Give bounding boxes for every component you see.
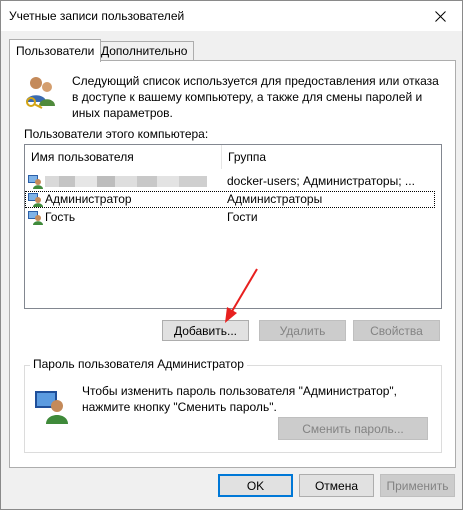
users-tab-panel: Следующий список используется для предос…: [9, 60, 456, 468]
password-groupbox-title: Пароль пользователя Администратор: [30, 357, 247, 371]
users-listview[interactable]: Имя пользователя Группа docker-users; Ад…: [24, 144, 442, 309]
add-user-button[interactable]: Добавить...: [162, 320, 249, 341]
user-icon: [28, 175, 43, 189]
redacted-username: [45, 176, 207, 187]
properties-button[interactable]: Свойства: [353, 320, 440, 341]
user-row[interactable]: Администратор Администраторы: [25, 191, 435, 208]
close-button[interactable]: [418, 1, 462, 31]
user-name-hidden: [45, 173, 221, 192]
tab-advanced-label: Дополнительно: [101, 44, 188, 58]
user-row[interactable]: Гость Гости: [25, 209, 435, 226]
close-icon: [434, 10, 446, 22]
user-accounts-dialog: Учетные записи пользователей Пользовател…: [0, 0, 463, 510]
tab-users-label: Пользователи: [16, 44, 95, 58]
reset-password-button[interactable]: Сменить пароль...: [278, 417, 428, 440]
apply-button[interactable]: Применить: [380, 474, 455, 497]
user-password-icon: [35, 391, 68, 424]
user-row[interactable]: docker-users; Администраторы; ...: [25, 173, 435, 190]
cancel-button[interactable]: Отмена: [299, 474, 374, 497]
window-title: Учетные записи пользователей: [9, 9, 185, 23]
password-instructions: Чтобы изменить пароль пользователя "Адми…: [82, 384, 398, 414]
tab-users[interactable]: Пользователи: [9, 39, 102, 62]
user-group: Гости: [227, 210, 258, 224]
users-list-label: Пользователи этого компьютера:: [24, 127, 209, 141]
column-header-group[interactable]: Группа: [221, 145, 442, 169]
intro-text: Следующий список используется для предос…: [72, 74, 439, 120]
ok-button[interactable]: OK: [218, 474, 293, 497]
user-name: Администратор: [45, 192, 132, 206]
user-group: docker-users; Администраторы; ...: [227, 174, 415, 188]
user-icon: [28, 193, 43, 207]
column-header-username[interactable]: Имя пользователя: [25, 145, 221, 169]
title-bar: Учетные записи пользователей: [1, 1, 462, 31]
listview-header: Имя пользователя Группа: [25, 145, 441, 169]
remove-user-button[interactable]: Удалить: [259, 320, 346, 341]
tab-advanced[interactable]: Дополнительно: [94, 41, 195, 61]
user-icon: [28, 211, 43, 225]
users-keys-icon: [26, 77, 55, 109]
user-group: Администраторы: [227, 192, 323, 206]
user-name: Гость: [45, 210, 76, 224]
